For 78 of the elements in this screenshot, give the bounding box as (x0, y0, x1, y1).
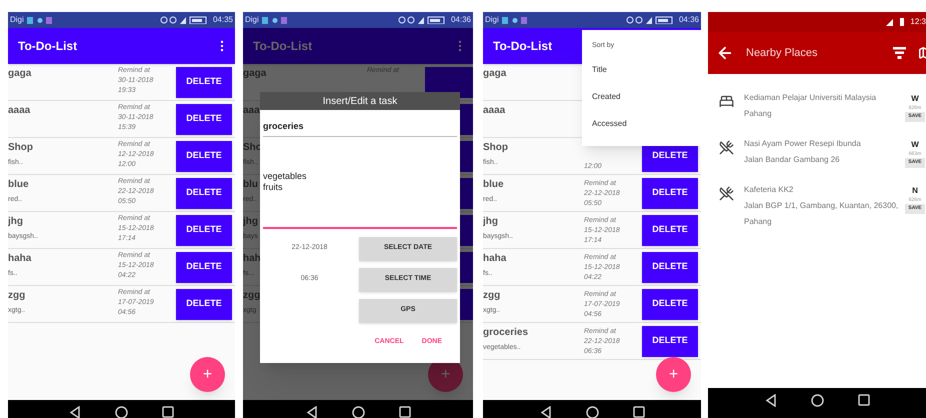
clock-time: 04:35 (212, 14, 233, 26)
place-text: Jalan Bandar Gambang 26 (744, 154, 840, 166)
task-title: zgg (483, 289, 500, 302)
delete-button[interactable]: DELETE (176, 104, 232, 134)
delete-button[interactable]: DELETE (176, 252, 232, 282)
description-field[interactable]: vegetables fruits (263, 136, 457, 228)
task-title: Shop (483, 141, 508, 154)
carrier-name: Digi (485, 14, 499, 26)
delete-button[interactable]: DELETE (642, 178, 698, 208)
task-title: haha (483, 252, 506, 265)
task-title: blue (483, 178, 504, 191)
task-title: hah (243, 252, 261, 265)
menu-item[interactable]: Title (592, 64, 607, 92)
task-title: gaga (483, 67, 506, 80)
delete-button[interactable]: DELETE (176, 178, 232, 208)
direction-text: N (912, 185, 918, 196)
bed-icon (718, 94, 734, 109)
menu-item[interactable]: Created (592, 92, 620, 119)
task-title: groceries (483, 326, 528, 339)
task-title: aaa (243, 104, 260, 117)
back-icon[interactable] (540, 406, 552, 418)
task-title: gaga (243, 67, 266, 80)
signal-battery-icons (886, 18, 906, 26)
notification-icons (26, 16, 53, 24)
utensils-icon (718, 140, 734, 155)
dialog-title: Insert/Edit a task (260, 92, 460, 110)
recents-icon[interactable] (162, 406, 174, 418)
task-title: Shop (8, 141, 33, 154)
clock-time: 12:3 (910, 16, 926, 28)
carrier-name: Digi (10, 14, 24, 26)
notification-icons (502, 16, 528, 24)
delete-button[interactable]: DELETE (176, 66, 232, 98)
home-icon[interactable] (586, 406, 598, 418)
delete-button[interactable]: DELETE (176, 214, 232, 246)
menu-item[interactable]: Accessed (592, 118, 627, 146)
place-text: Kafeteria KK2 (744, 184, 794, 196)
task-title: haha (8, 252, 32, 265)
clock-time: 04:36 (450, 14, 471, 26)
app-title: To-Do-List (493, 38, 552, 55)
home-icon[interactable] (115, 406, 128, 418)
recents-icon[interactable] (858, 394, 870, 406)
place-text: Jalan BGP 1/1, Gambang, Kuantan, 26300, Pahang (744, 200, 900, 228)
task-title: jhg (243, 215, 258, 228)
filter-icon[interactable] (893, 47, 906, 59)
delete-button[interactable]: DELETE (642, 252, 698, 282)
home-icon[interactable] (352, 406, 364, 418)
task-title: blu (243, 178, 258, 191)
delete-button[interactable]: DELETE (642, 326, 698, 356)
task-title: jhg (483, 215, 498, 228)
app-title: To-Do-List (18, 38, 78, 55)
home-icon[interactable] (810, 394, 824, 407)
delete-button[interactable]: DELETE (176, 288, 232, 320)
direction-text: W (911, 93, 919, 104)
delete-button[interactable]: DELETE (176, 140, 232, 172)
delete-button[interactable]: DELETE (642, 288, 698, 320)
carrier-name: Digi (245, 14, 259, 26)
back-icon[interactable] (764, 394, 776, 407)
task-title: jhg (8, 215, 23, 228)
back-icon[interactable] (306, 406, 318, 418)
title-field[interactable]: groceries (263, 120, 457, 136)
task-title: aaaa (483, 104, 506, 117)
recents-icon[interactable] (398, 406, 410, 418)
delete-button[interactable]: DELETE (642, 214, 698, 246)
task-title: blue (8, 178, 29, 191)
task-title: gaga (8, 67, 32, 80)
task-title: zgg (243, 289, 260, 302)
place-text: Kediaman Pelajar Universiti Malaysia Pahang (744, 92, 878, 120)
direction-text: W (911, 139, 919, 150)
recents-icon[interactable] (632, 406, 644, 418)
app-title: Nearby Places (746, 46, 818, 61)
task-title: aaaa (8, 104, 30, 117)
task-title: zgg (8, 289, 26, 302)
clock-time: 04:36 (678, 14, 699, 26)
notification-icons (262, 16, 288, 24)
back-icon[interactable] (69, 406, 81, 418)
app-title: To-Do-List (253, 38, 312, 55)
place-text: Nasi Ayam Power Resepi Ibunda (744, 138, 861, 150)
utensils-icon (718, 186, 734, 201)
